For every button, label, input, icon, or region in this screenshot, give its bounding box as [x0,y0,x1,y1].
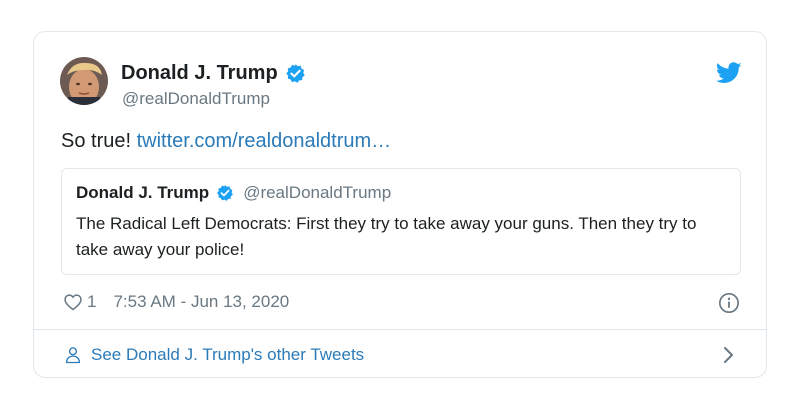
tweet-link[interactable]: twitter.com/realdonaldtrum… [137,130,392,152]
divider [34,329,766,330]
author-name[interactable]: Donald J. Trump [121,62,306,85]
verified-badge-icon [217,185,234,201]
quoted-author-name: Donald J. Trump [76,183,210,202]
tweet-text: So true! twitter.com/realdonaldtrum… [61,130,391,153]
see-other-tweets-link[interactable]: See Donald J. Trump's other Tweets [64,342,364,368]
person-icon [65,347,81,364]
chevron-right-icon[interactable] [722,346,736,364]
quoted-tweet[interactable]: Donald J. Trump @realDonaldTrump The Rad… [61,168,741,275]
tweet-header: Donald J. Trump @realDonaldTrump [60,57,742,109]
avatar[interactable] [60,57,108,105]
timestamp[interactable]: 7:53 AM - Jun 13, 2020 [113,292,289,312]
heart-icon[interactable] [63,292,83,312]
like-count[interactable]: 1 [87,292,96,312]
verified-badge-icon [286,64,305,83]
twitter-bird-icon[interactable] [716,62,742,84]
author-handle[interactable]: @realDonaldTrump [122,89,270,109]
quoted-tweet-header: Donald J. Trump @realDonaldTrump [76,183,391,203]
quoted-tweet-text: The Radical Left Democrats: First they t… [76,214,697,259]
info-icon[interactable] [718,292,740,314]
embedded-tweet-card: Donald J. Trump @realDonaldTrump So true… [33,31,767,378]
tweet-meta: 1 7:53 AM - Jun 13, 2020 [63,289,289,315]
see-other-tweets-label[interactable]: See Donald J. Trump's other Tweets [91,345,364,365]
author-name-text[interactable]: Donald J. Trump [121,62,278,85]
quoted-author-handle: @realDonaldTrump [243,183,392,202]
tweet-body: So true! [61,130,137,152]
